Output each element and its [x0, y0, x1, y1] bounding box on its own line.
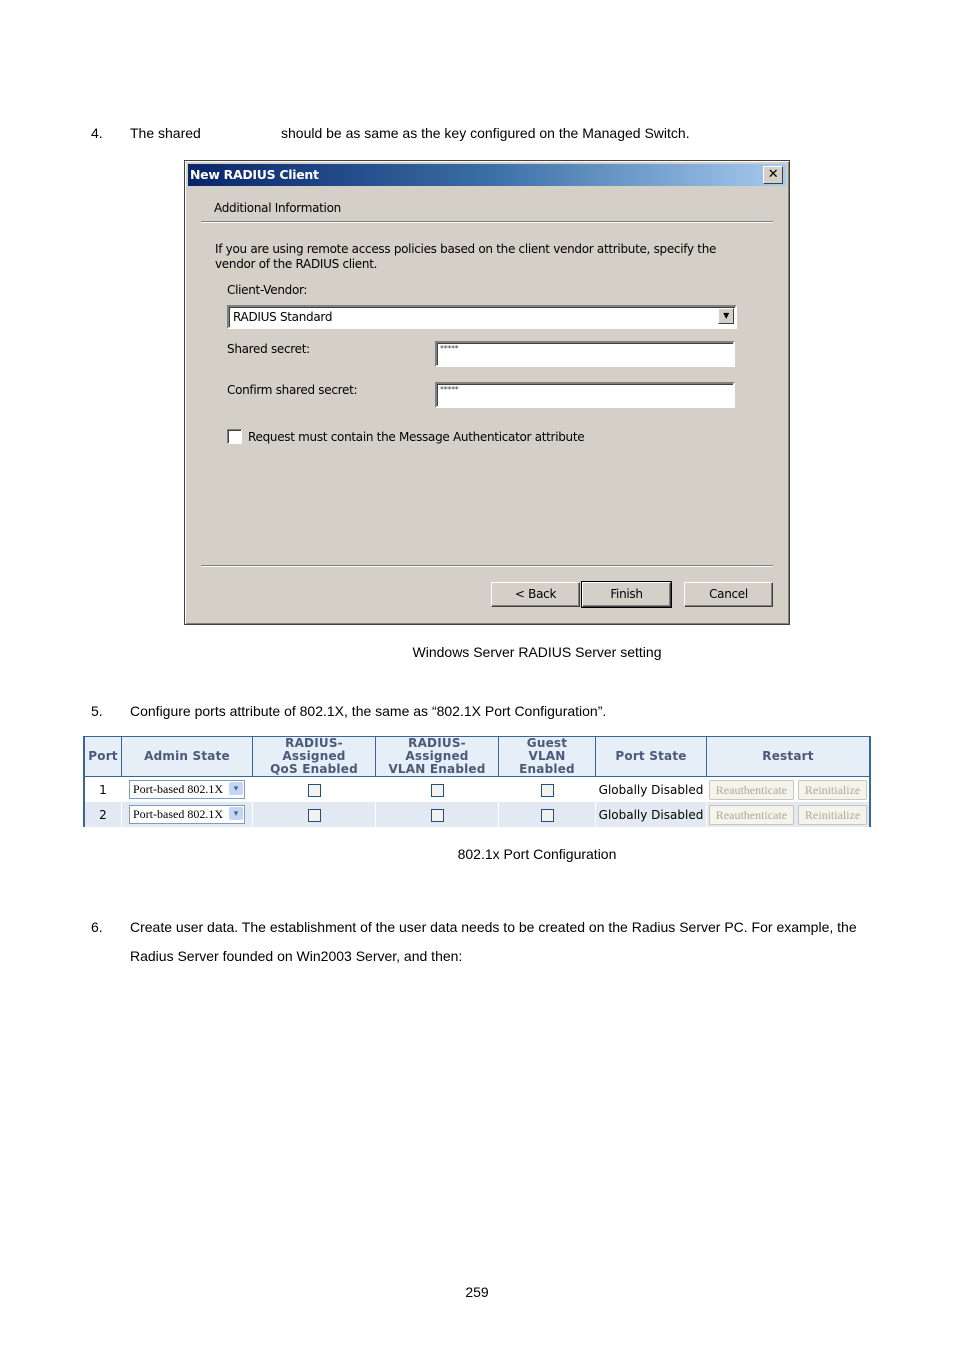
step-5-text: Configure ports attribute of 802.1X, the…: [130, 703, 607, 719]
chevron-down-icon: ▾: [229, 782, 243, 795]
cancel-button[interactable]: Cancel: [684, 582, 773, 607]
step-4-number: 4.: [91, 125, 103, 141]
table-header-row: Port Admin State RADIUS-Assigned QoS Enab…: [83, 736, 871, 777]
shared-secret-value: *****: [440, 344, 459, 353]
port-state: Globally Disabled: [595, 802, 707, 827]
step-5-number: 5.: [91, 703, 103, 719]
confirm-secret-label: Confirm shared secret:: [227, 383, 358, 397]
admin-state-select[interactable]: Port-based 802.1X ▾: [129, 805, 245, 824]
new-radius-client-dialog: New RADIUS Client ✕ Additional Informati…: [184, 160, 790, 625]
header-port: Port: [83, 736, 122, 777]
table-row: 2 Port-based 802.1X ▾ Globally Disabled R…: [83, 802, 871, 827]
back-button[interactable]: < Back: [491, 582, 580, 607]
reinitialize-button[interactable]: Reinitialize: [797, 804, 868, 825]
step-6-line-1: Create user data. The establishment of t…: [130, 919, 857, 935]
vendor-description: If you are using remote access policies …: [215, 242, 717, 271]
step-6-line-2: Radius Server founded on Win2003 Server,…: [130, 948, 463, 964]
header-admin-state: Admin State: [121, 736, 253, 777]
dropdown-arrow-icon[interactable]: ▼: [718, 308, 734, 324]
guest-vlan-checkbox[interactable]: [540, 808, 554, 822]
client-vendor-select[interactable]: RADIUS Standard ▼: [227, 305, 737, 329]
step-4-text-after: should be as same as the key configured …: [281, 125, 690, 141]
header-port-state: Port State: [595, 736, 707, 777]
port-number: 1: [83, 776, 122, 802]
figure-caption-2: 802.1x Port Configuration: [457, 846, 617, 862]
chevron-down-icon: ▾: [229, 807, 243, 820]
reinitialize-button[interactable]: Reinitialize: [797, 779, 868, 800]
dialog-title: New RADIUS Client: [190, 167, 319, 182]
qos-enabled-checkbox[interactable]: [307, 783, 321, 797]
step-6-number: 6.: [91, 919, 103, 935]
port-number: 2: [83, 802, 122, 827]
header-vlan-enabled: RADIUS-Assigned VLAN Enabled: [375, 736, 499, 777]
header-restart: Restart: [706, 736, 871, 777]
header-separator: [201, 221, 773, 223]
finish-button[interactable]: Finish: [581, 581, 672, 608]
message-authenticator-checkbox[interactable]: [227, 429, 242, 444]
table-row: 1 Port-based 802.1X ▾ Globally Disabled R…: [83, 776, 871, 802]
step-4-text-before: The shared: [130, 125, 201, 141]
shared-secret-label: Shared secret:: [227, 342, 310, 356]
figure-caption-1: Windows Server RADIUS Server setting: [412, 644, 662, 660]
reauthenticate-button[interactable]: Reauthenticate: [708, 779, 795, 800]
message-authenticator-label[interactable]: Request must contain the Message Authent…: [248, 430, 585, 444]
header-qos-enabled: RADIUS-Assigned QoS Enabled: [252, 736, 376, 777]
section-title: Additional Information: [214, 201, 341, 215]
close-icon: ✕: [767, 167, 779, 182]
vlan-enabled-checkbox[interactable]: [430, 783, 444, 797]
dialog-titlebar[interactable]: New RADIUS Client ✕: [188, 164, 786, 186]
confirm-secret-value: *****: [440, 385, 459, 394]
header-guest-vlan: Guest VLAN Enabled: [498, 736, 596, 777]
vlan-enabled-checkbox[interactable]: [430, 808, 444, 822]
reauthenticate-button[interactable]: Reauthenticate: [708, 804, 795, 825]
client-vendor-value: RADIUS Standard: [233, 310, 333, 324]
admin-state-select[interactable]: Port-based 802.1X ▾: [129, 780, 245, 799]
footer-separator: [201, 565, 773, 567]
port-state: Globally Disabled: [595, 776, 707, 802]
guest-vlan-checkbox[interactable]: [540, 783, 554, 797]
client-vendor-label: Client-Vendor:: [227, 283, 308, 297]
qos-enabled-checkbox[interactable]: [307, 808, 321, 822]
close-button[interactable]: ✕: [763, 166, 783, 184]
confirm-secret-input[interactable]: *****: [435, 382, 735, 408]
page-number: 259: [465, 1284, 489, 1300]
port-config-table: Port Admin State RADIUS-Assigned QoS Enab…: [83, 736, 871, 827]
shared-secret-input[interactable]: *****: [435, 341, 735, 367]
